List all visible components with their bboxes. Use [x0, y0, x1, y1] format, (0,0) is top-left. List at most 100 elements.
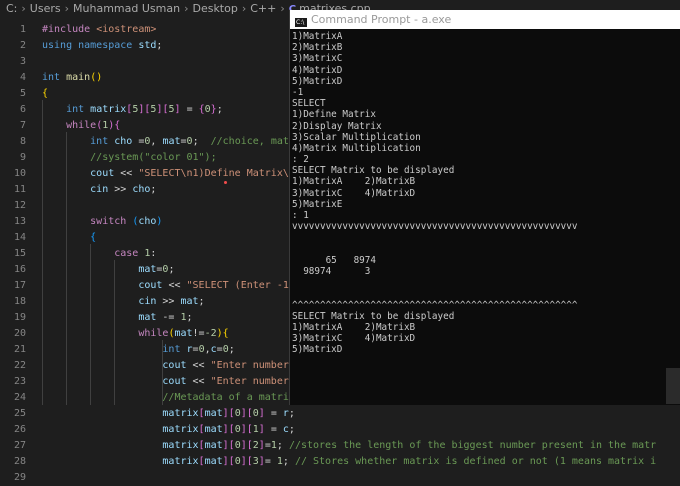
code-token: =: [132, 136, 145, 147]
code-text: //system("color 01");: [42, 150, 217, 166]
code-token: switch: [42, 216, 133, 227]
code-token: //stores the length of the biggest numbe…: [288, 440, 657, 451]
line-number: 4: [19, 72, 26, 83]
code-token: ][: [222, 408, 235, 419]
code-token: mat: [204, 424, 223, 435]
code-line[interactable]: 25 matrix[mat][0][0] = r;: [0, 406, 680, 422]
line-number: 7: [19, 120, 26, 131]
line-number: 2: [19, 40, 26, 51]
code-token: =: [264, 424, 283, 435]
breadcrumb-item[interactable]: Desktop: [192, 2, 237, 15]
code-token: matrix: [42, 424, 199, 435]
code-text: mat=0;: [42, 262, 174, 278]
code-token: int: [42, 72, 67, 83]
line-number: 1: [19, 24, 26, 35]
code-token: "Enter number: [210, 360, 289, 371]
code-line[interactable]: 28 matrix[mat][0][3]= 1; // Stores wheth…: [0, 454, 680, 470]
cmd-output-line: [292, 244, 680, 255]
code-token: ;: [288, 424, 295, 435]
code-token: <<: [114, 168, 139, 179]
code-token: {: [114, 120, 121, 131]
cmd-output-line: 1)Define Matrix: [292, 109, 376, 121]
breadcrumb-separator-icon: ›: [184, 2, 189, 15]
code-token: <<: [162, 280, 187, 291]
code-line[interactable]: 29: [0, 470, 680, 486]
cmd-scrollbar-thumb[interactable]: [666, 368, 680, 404]
breadcrumb-item[interactable]: Muhammad Usman: [73, 2, 180, 15]
code-token: cho: [132, 184, 151, 195]
code-token: ][: [222, 440, 235, 451]
breadcrumb-item[interactable]: C:: [6, 2, 17, 15]
code-token: -2: [204, 328, 217, 339]
code-token: while: [42, 120, 97, 131]
code-token: using: [42, 40, 79, 51]
cmd-output-line: 65 8974: [292, 254, 376, 266]
breadcrumb-separator-icon: ›: [21, 2, 26, 15]
breadcrumb-item[interactable]: Users: [30, 2, 61, 15]
cmd-output-line: ^^^^^^^^^^^^^^^^^^^^^^^^^^^^^^^^^^^^^^^^…: [292, 299, 578, 311]
code-token: ][: [240, 456, 253, 467]
code-token: case: [42, 248, 145, 259]
code-text: matrix[mat][0][2]=1; //stores the length…: [42, 438, 656, 454]
code-token: int: [42, 136, 115, 147]
breadcrumb-separator-icon: ›: [64, 2, 70, 15]
code-token: ;: [150, 184, 157, 195]
code-text: mat -= 1;: [42, 310, 192, 326]
breakpoint-marker: [224, 181, 227, 184]
line-number: 16: [13, 264, 26, 275]
code-token: mat: [180, 296, 199, 307]
line-number: 25: [13, 408, 26, 419]
code-token: ][: [222, 424, 235, 435]
code-text: cout << "SELECT (Enter -1 to g: [42, 278, 319, 294]
code-token: ][: [240, 440, 253, 451]
code-token: ][: [222, 456, 235, 467]
code-token: =: [180, 104, 199, 115]
code-token: int: [42, 344, 187, 355]
code-text: {: [42, 86, 48, 102]
cmd-output-line: vvvvvvvvvvvvvvvvvvvvvvvvvvvvvvvvvvvvvvvv…: [292, 221, 578, 233]
code-token: -=: [156, 312, 181, 323]
line-number: 8: [19, 136, 26, 147]
code-token: mat: [42, 312, 157, 323]
cmd-output-line: 1)MatrixA 2)MatrixB: [292, 321, 416, 333]
cmd-output-line: [292, 288, 680, 299]
code-token: ][: [138, 104, 151, 115]
code-token: cout: [42, 168, 115, 179]
code-token: while: [42, 328, 169, 339]
cmd-output-line: SELECT Matrix to be displayed: [292, 310, 455, 322]
code-token: {: [222, 328, 229, 339]
cmd-title: Command Prompt - a.exe: [311, 13, 452, 26]
line-number: 6: [19, 104, 26, 115]
line-number: 28: [13, 456, 26, 467]
code-token: ;: [168, 264, 175, 275]
line-number: 13: [13, 216, 26, 227]
code-token: cout: [42, 360, 187, 371]
cmd-output-line: 5)MatrixE: [292, 198, 343, 210]
cmd-output-line: 3)MatrixC 4)MatrixD: [292, 333, 416, 345]
cmd-title-bar[interactable]: C:\ Command Prompt - a.exe: [290, 10, 680, 29]
code-text: int main(): [42, 70, 102, 86]
cmd-output-line: 1)MatrixA 2)MatrixB: [292, 176, 416, 188]
code-token: =: [264, 408, 283, 419]
command-prompt-window[interactable]: C:\ Command Prompt - a.exe 1)MatrixA 2)Mat…: [289, 10, 680, 405]
breadcrumb-separator-icon: ›: [241, 2, 247, 15]
cmd-output-line: 3)Scalar Multiplication: [292, 131, 421, 143]
code-line[interactable]: 26 matrix[mat][0][1] = c;: [0, 422, 680, 438]
breadcrumb-item[interactable]: C++: [250, 2, 276, 15]
code-token: namespace: [78, 40, 139, 51]
code-token: cout: [42, 376, 187, 387]
code-token: cin: [42, 296, 157, 307]
code-token: //system("color 01");: [42, 152, 217, 163]
code-token: matrix: [42, 440, 199, 451]
line-number: 29: [13, 472, 26, 483]
line-number: 11: [13, 184, 26, 195]
code-text: using namespace std;: [42, 38, 162, 54]
line-number: 3: [19, 56, 26, 67]
code-text: while(1){: [42, 118, 120, 134]
code-text: matrix[mat][0][1] = c;: [42, 422, 295, 438]
code-token: ;: [282, 456, 295, 467]
code-line[interactable]: 27 matrix[mat][0][2]=1; //stores the len…: [0, 438, 680, 454]
code-token: cho: [138, 216, 157, 227]
cmd-output-line: 5)MatrixD: [292, 75, 343, 87]
line-number: 21: [13, 344, 26, 355]
